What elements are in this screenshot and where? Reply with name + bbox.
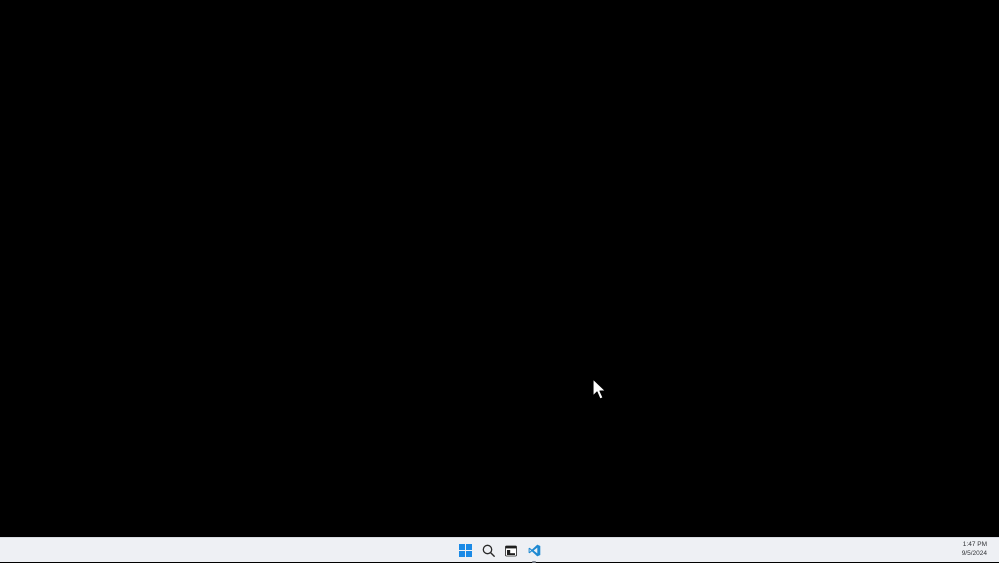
mouse-pointer-icon	[592, 378, 607, 400]
terminal-button[interactable]	[500, 540, 522, 562]
clock-time: 1:47 PM	[962, 541, 987, 548]
clock-date: 9/5/2024	[961, 549, 987, 557]
vscode-button[interactable]	[523, 540, 545, 563]
search-icon	[482, 544, 495, 557]
start-button[interactable]	[454, 540, 476, 562]
taskbar: 1:47 PM 9/5/2024	[0, 537, 999, 563]
vscode-icon	[528, 544, 540, 557]
search-button[interactable]	[477, 540, 499, 562]
windows-logo-icon	[458, 544, 472, 557]
system-clock[interactable]: 1:47 PM 9/5/2024	[962, 541, 987, 558]
taskbar-app-area	[454, 538, 545, 563]
desktop-background[interactable]	[0, 0, 999, 537]
terminal-icon	[505, 545, 517, 556]
